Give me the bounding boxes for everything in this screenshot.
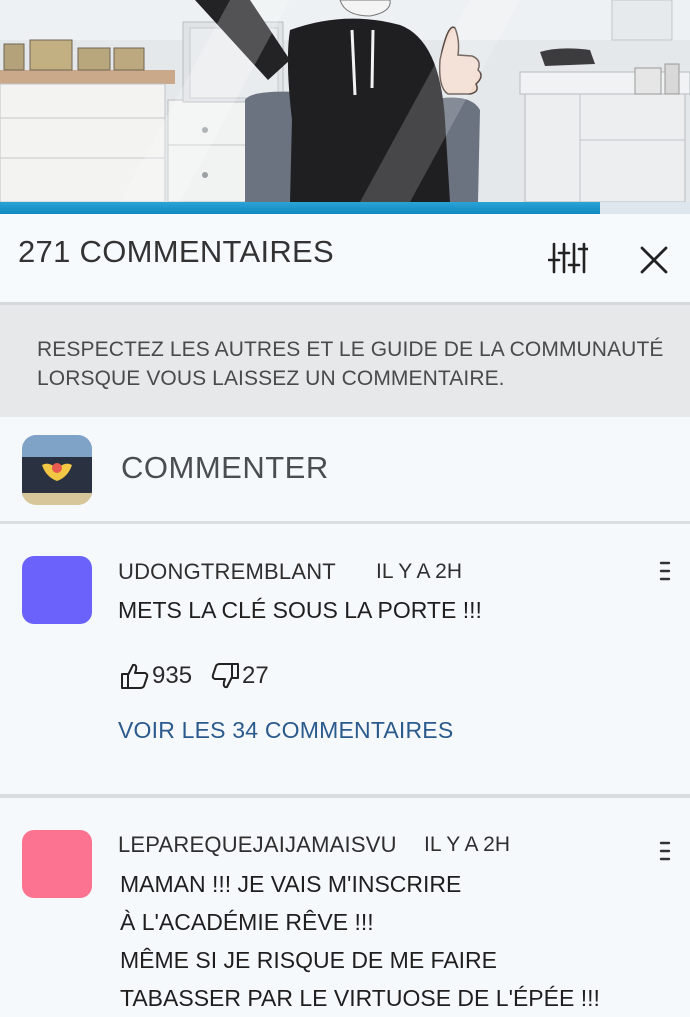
- comment-username[interactable]: LEPAREQUEJAIJAMAISVU: [118, 832, 397, 858]
- comments-count-title: 271 COMMENTAIRES: [18, 234, 335, 269]
- comment-text: MAMAN !!! JE VAIS M'INSCRIRE À L'ACADÉMI…: [120, 865, 600, 1017]
- comment-line: MÊME SI JE RISQUE DE ME FAIRE: [120, 947, 498, 973]
- avatar[interactable]: [22, 556, 92, 624]
- reading-progress-fill: [0, 202, 601, 214]
- compose-comment-row[interactable]: COMMENTER: [0, 417, 690, 524]
- like-count: 935: [152, 662, 193, 689]
- comment-timestamp: IL Y A 2H: [424, 833, 511, 856]
- comment-timestamp: IL Y A 2H: [376, 560, 463, 583]
- view-replies-link[interactable]: VOIR LES 34 COMMENTAIRES: [118, 717, 453, 744]
- comment-line: TABASSER PAR LE VIRTUOSE DE L'ÉPÉE !!!: [120, 985, 600, 1011]
- comment-line: METS LA CLÉ SOUS LA PORTE !!!: [118, 597, 482, 623]
- sort-sliders-icon[interactable]: [548, 240, 588, 276]
- comment-line: MAMAN !!! JE VAIS M'INSCRIRE: [120, 871, 462, 897]
- more-options-icon[interactable]: [658, 560, 672, 582]
- thumbs-down-icon: [211, 663, 239, 689]
- dislike-count: 27: [242, 662, 269, 689]
- comment-item: LEPAREQUEJAIJAMAISVU IL Y A 2H MAMAN !!!…: [0, 798, 690, 1011]
- avatar[interactable]: [22, 830, 92, 898]
- guidelines-text: RESPECTEZ LES AUTRES ET LE GUIDE DE LA C…: [37, 338, 664, 390]
- comment-username[interactable]: UDONGTREMBLANT: [118, 559, 336, 585]
- close-icon[interactable]: [638, 244, 670, 276]
- comment-line: À L'ACADÉMIE RÊVE !!!: [120, 909, 374, 935]
- comic-panel-image: [0, 0, 690, 202]
- reading-progress-bar: [0, 202, 690, 214]
- thumbs-up-icon: [121, 663, 149, 689]
- comment-item: UDONGTREMBLANT IL Y A 2H METS LA CLÉ SOU…: [0, 524, 690, 798]
- community-guidelines-notice: RESPECTEZ LES AUTRES ET LE GUIDE DE LA C…: [0, 305, 690, 417]
- like-button[interactable]: 935: [120, 661, 192, 691]
- comment-input-placeholder[interactable]: COMMENTER: [121, 450, 329, 486]
- dislike-button[interactable]: 27: [210, 661, 269, 691]
- more-options-icon[interactable]: [658, 840, 672, 862]
- user-avatar-icon: [22, 435, 92, 505]
- comments-header: 271 COMMENTAIRES: [0, 214, 690, 305]
- comment-text: METS LA CLÉ SOUS LA PORTE !!!: [118, 591, 482, 629]
